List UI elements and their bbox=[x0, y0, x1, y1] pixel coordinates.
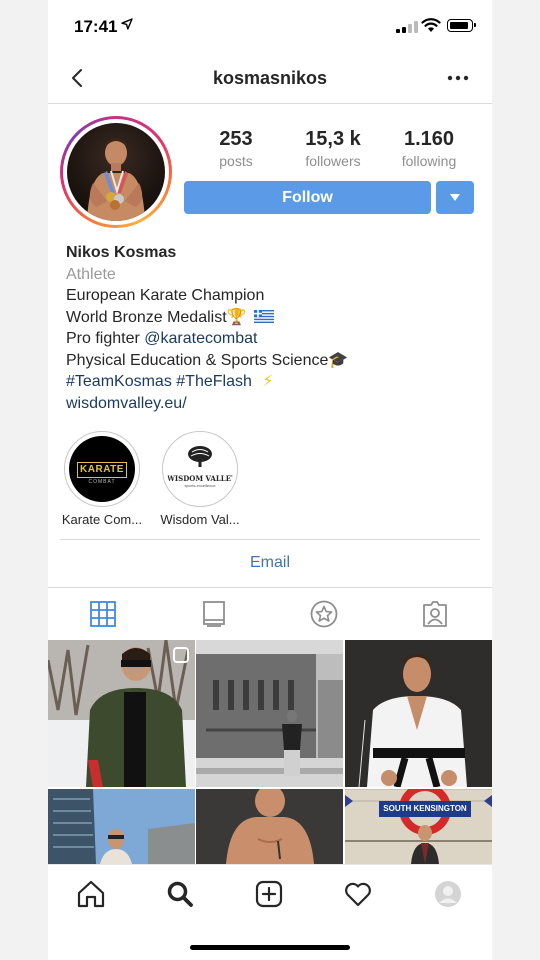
highlight-label: Wisdom Val... bbox=[160, 512, 240, 527]
status-bar: 17:41 bbox=[48, 0, 492, 54]
home-icon[interactable] bbox=[76, 879, 106, 909]
stat-value: 15,3 k bbox=[305, 128, 361, 150]
profile-icon[interactable] bbox=[433, 879, 463, 909]
lightning-emoji: ⚡ bbox=[262, 373, 274, 390]
wisdom-logo-subtext: sports-excellence bbox=[184, 483, 216, 488]
profile-header-bar: kosmasnikos bbox=[48, 54, 492, 104]
bio-line: European Karate Champion bbox=[66, 287, 265, 304]
location-arrow-icon bbox=[121, 18, 133, 33]
heart-icon[interactable] bbox=[343, 879, 373, 909]
post-thumbnail[interactable] bbox=[48, 640, 195, 787]
greek-flag-icon bbox=[254, 308, 275, 323]
stat-posts[interactable]: 253 posts bbox=[188, 128, 284, 169]
story-ring[interactable] bbox=[60, 116, 172, 228]
stat-value: 1.160 bbox=[403, 128, 455, 150]
tagged-person-icon[interactable] bbox=[420, 599, 450, 629]
more-dots-icon[interactable] bbox=[444, 66, 472, 90]
grid-icon[interactable] bbox=[88, 599, 118, 629]
karate-logo-text: KARATE bbox=[77, 462, 127, 478]
bio-text: World Bronze Medalist bbox=[66, 308, 227, 326]
profile-category: Athlete bbox=[66, 265, 116, 283]
profile-avatar[interactable] bbox=[67, 123, 165, 221]
karate-combat-logo: KARATE COMBAT bbox=[69, 436, 135, 502]
follow-button[interactable]: Follow bbox=[184, 181, 431, 214]
add-post-icon[interactable] bbox=[254, 879, 284, 909]
bio-line: #TeamKosmas #TheFlash ⚡ bbox=[66, 371, 476, 393]
highlight-wisdom-valley[interactable]: WISDOM VALLEY sports-excellence Wisdom V… bbox=[155, 431, 245, 527]
wisdom-logo-text: WISDOM VALLEY bbox=[167, 474, 233, 483]
cellular-signal-icon bbox=[396, 21, 418, 33]
post-thumbnail[interactable]: SOUTH KENSINGTON bbox=[345, 789, 492, 864]
karate-logo-subtext: COMBAT bbox=[88, 479, 116, 485]
profile-stats: 253 posts 15,3 k followers 1.160 followi… bbox=[188, 128, 478, 172]
graduation-cap-emoji: 🎓 bbox=[328, 351, 349, 369]
stat-label: following bbox=[401, 153, 457, 169]
profile-bio: Nikos Kosmas Athlete European Karate Cha… bbox=[66, 242, 476, 414]
home-indicator bbox=[190, 945, 350, 950]
battery-icon bbox=[447, 19, 476, 32]
mention-link[interactable]: @karatecombat bbox=[144, 330, 257, 347]
profile-username: kosmasnikos bbox=[212, 68, 328, 88]
post-thumbnail[interactable] bbox=[48, 789, 195, 864]
wifi-icon bbox=[421, 17, 441, 33]
hashtag-links[interactable]: #TeamKosmas #TheFlash bbox=[66, 373, 252, 390]
highlight-karate-combat[interactable]: KARATE COMBAT Karate Com... bbox=[57, 431, 147, 527]
search-icon[interactable] bbox=[165, 879, 195, 909]
bio-text: Pro fighter bbox=[66, 330, 145, 347]
stat-following[interactable]: 1.160 following bbox=[381, 128, 477, 169]
trophy-emoji: 🏆 bbox=[226, 308, 247, 326]
wisdom-valley-logo: WISDOM VALLEY sports-excellence bbox=[167, 436, 233, 502]
post-thumbnail[interactable] bbox=[196, 640, 343, 787]
caret-down-icon bbox=[450, 194, 460, 201]
bio-text: Physical Education & Sports Science bbox=[66, 351, 329, 369]
email-button[interactable]: Email bbox=[48, 554, 492, 572]
website-link[interactable]: wisdomvalley.eu/ bbox=[66, 393, 476, 415]
bio-line: Physical Education & Sports Science🎓 bbox=[66, 350, 476, 372]
profile-full-name: Nikos Kosmas bbox=[66, 244, 177, 261]
phone-screen: 17:41 kosmasnikos 253 posts 15,3 k follo… bbox=[48, 0, 492, 960]
stat-label: posts bbox=[219, 153, 253, 169]
stat-followers[interactable]: 15,3 k followers bbox=[285, 128, 381, 169]
post-thumbnail[interactable] bbox=[196, 789, 343, 864]
bio-line: World Bronze Medalist🏆 bbox=[66, 307, 476, 329]
suggested-accounts-button[interactable] bbox=[436, 181, 474, 214]
stat-label: followers bbox=[305, 153, 361, 169]
stat-value: 253 bbox=[219, 128, 253, 150]
station-sign-text: SOUTH KENSINGTON bbox=[383, 804, 467, 813]
post-thumbnail[interactable] bbox=[345, 640, 492, 787]
status-time: 17:41 bbox=[74, 17, 118, 36]
bio-line: Pro fighter @karatecombat bbox=[66, 328, 476, 350]
divider bbox=[60, 539, 480, 540]
posts-grid: SOUTH KENSINGTON bbox=[48, 640, 492, 864]
profile-tabs bbox=[48, 588, 492, 639]
star-icon[interactable] bbox=[309, 599, 339, 629]
igtv-icon[interactable] bbox=[199, 599, 229, 629]
highlight-label: Karate Com... bbox=[61, 512, 143, 527]
